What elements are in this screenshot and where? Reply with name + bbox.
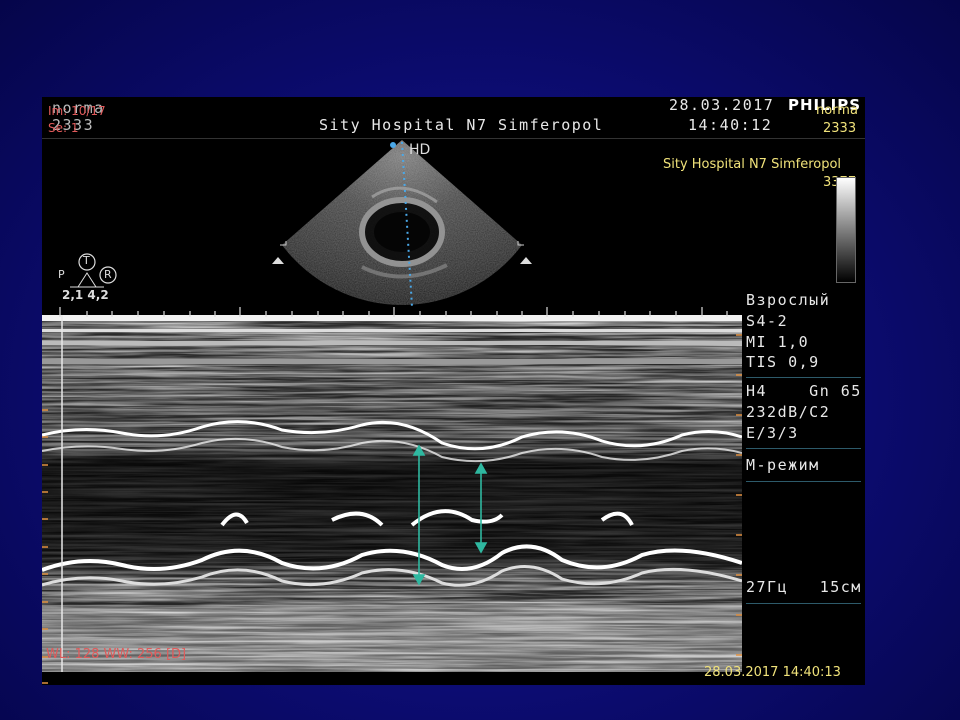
ultrasound-frame: norma Im: 10/17 2333 Se: 1 Sity Hospital… xyxy=(42,97,865,685)
dynamic-range: 232dB/C2 xyxy=(746,403,831,421)
grayscale-bar xyxy=(836,177,856,283)
settings-panel: Взрослый S4-2 MI 1,0 TIS 0,9 H4 Gn 65 23… xyxy=(742,287,865,685)
probe-model: S4-2 xyxy=(746,312,789,330)
mode-label: М-режим xyxy=(746,456,820,474)
probe-t-label: T xyxy=(83,254,90,267)
time-ruler xyxy=(59,307,728,317)
sector-image xyxy=(272,140,532,308)
panel-divider xyxy=(746,481,861,482)
exam-date: 28.03.2017 xyxy=(669,97,775,114)
probe-r-label: R xyxy=(104,268,112,281)
thermal-index: TIS 0,9 xyxy=(746,353,820,371)
overlay-hospital: Sity Hospital N7 Simferopol xyxy=(663,157,842,172)
panel-divider xyxy=(746,377,861,378)
sector-label: HD xyxy=(409,142,431,158)
overlay-preset: norma xyxy=(816,103,858,118)
harmonic-gain: H4 Gn 65 xyxy=(746,382,862,400)
footer-timestamp: 28.03.2017 14:40:13 xyxy=(704,665,841,680)
panel-divider xyxy=(746,448,861,449)
hospital-name: Sity Hospital N7 Simferopol xyxy=(319,116,604,134)
probe-values: 2,1 4,2 xyxy=(62,288,109,302)
probe-p-label: P xyxy=(58,268,65,281)
m-mode-trace xyxy=(42,315,742,672)
exam-time: 14:40:12 xyxy=(688,116,773,134)
panel-divider xyxy=(746,603,861,604)
window-level: WL: 128 WW: 256 [D] xyxy=(46,647,187,662)
preset-adult: Взрослый xyxy=(746,291,831,309)
rate-depth: 27Гц 15см xyxy=(746,578,862,596)
overlay-id: 2333 xyxy=(823,121,857,136)
probe-orientation-icon: T R P 2,1 4,2 xyxy=(58,253,118,301)
depth-scale-left xyxy=(42,409,48,684)
series-number: Se: 1 xyxy=(48,121,79,135)
enhancement: E/3/3 xyxy=(746,424,799,442)
mechanical-index: MI 1,0 xyxy=(746,333,810,351)
